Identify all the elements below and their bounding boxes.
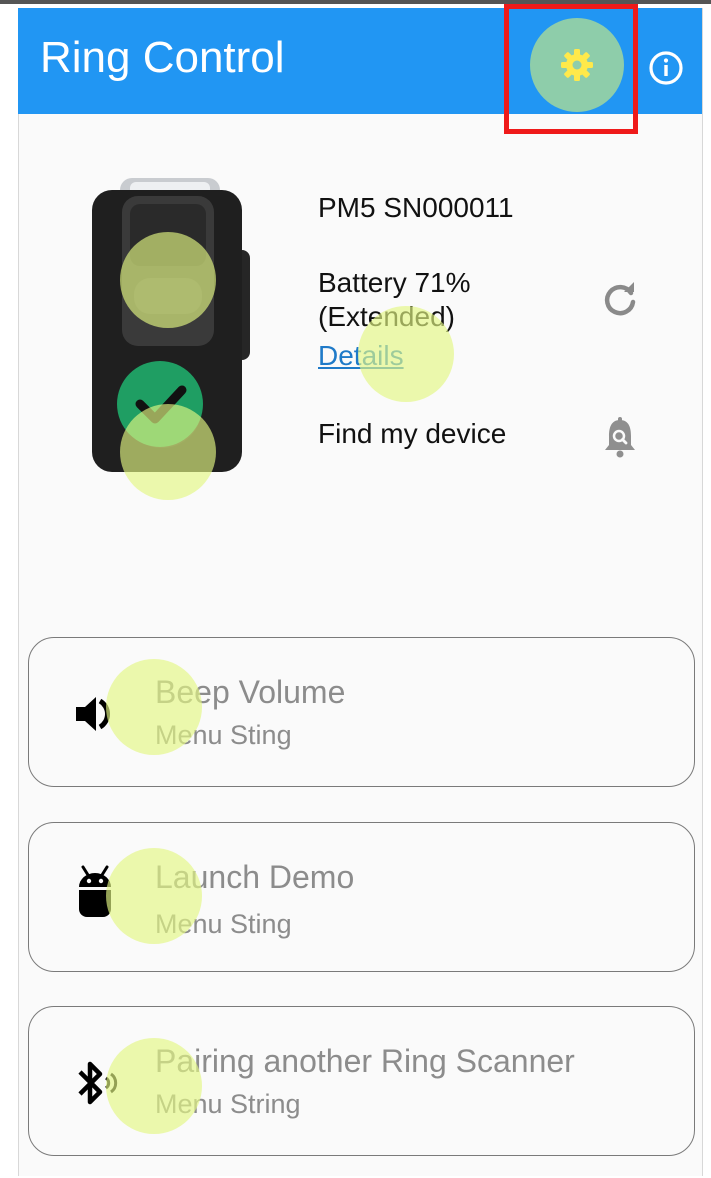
menu-item-beep-volume[interactable]: Beep Volume Menu Sting [28,637,695,787]
ring-scanner-image [92,178,250,472]
menu-item-subtitle: Menu String [155,1089,301,1119]
info-button[interactable] [646,48,686,88]
menu-item-title: Beep Volume [155,674,346,710]
menu-item-title: Launch Demo [155,859,355,895]
battery-status: Battery 71% (Extended) [318,266,471,333]
speaker-volume-icon [69,688,121,740]
menu-item-subtitle: Menu Sting [155,909,292,939]
device-name: PM5 SN000011 [318,192,514,223]
find-my-device-label: Find my device [318,418,507,449]
bell-search-icon [605,417,635,458]
bluetooth-icon [69,1057,121,1109]
menu-item-pairing-scanner[interactable]: Pairing another Ring Scanner Menu String [28,1006,695,1156]
refresh-icon [604,282,636,316]
details-link[interactable]: Details [318,340,404,372]
info-icon [649,51,683,85]
highlight-box [504,4,638,134]
battery-level: Battery 71% [318,267,471,298]
menu-item-launch-demo[interactable]: Launch Demo Menu Sting [28,822,695,972]
refresh-button[interactable] [596,276,644,324]
app-title: Ring Control [40,33,285,82]
find-device-button[interactable] [596,412,644,462]
android-icon [69,865,121,917]
checkmark-icon [117,361,203,447]
battery-mode: (Extended) [318,300,455,332]
menu-item-title: Pairing another Ring Scanner [155,1043,575,1079]
menu-item-subtitle: Menu Sting [155,720,292,750]
